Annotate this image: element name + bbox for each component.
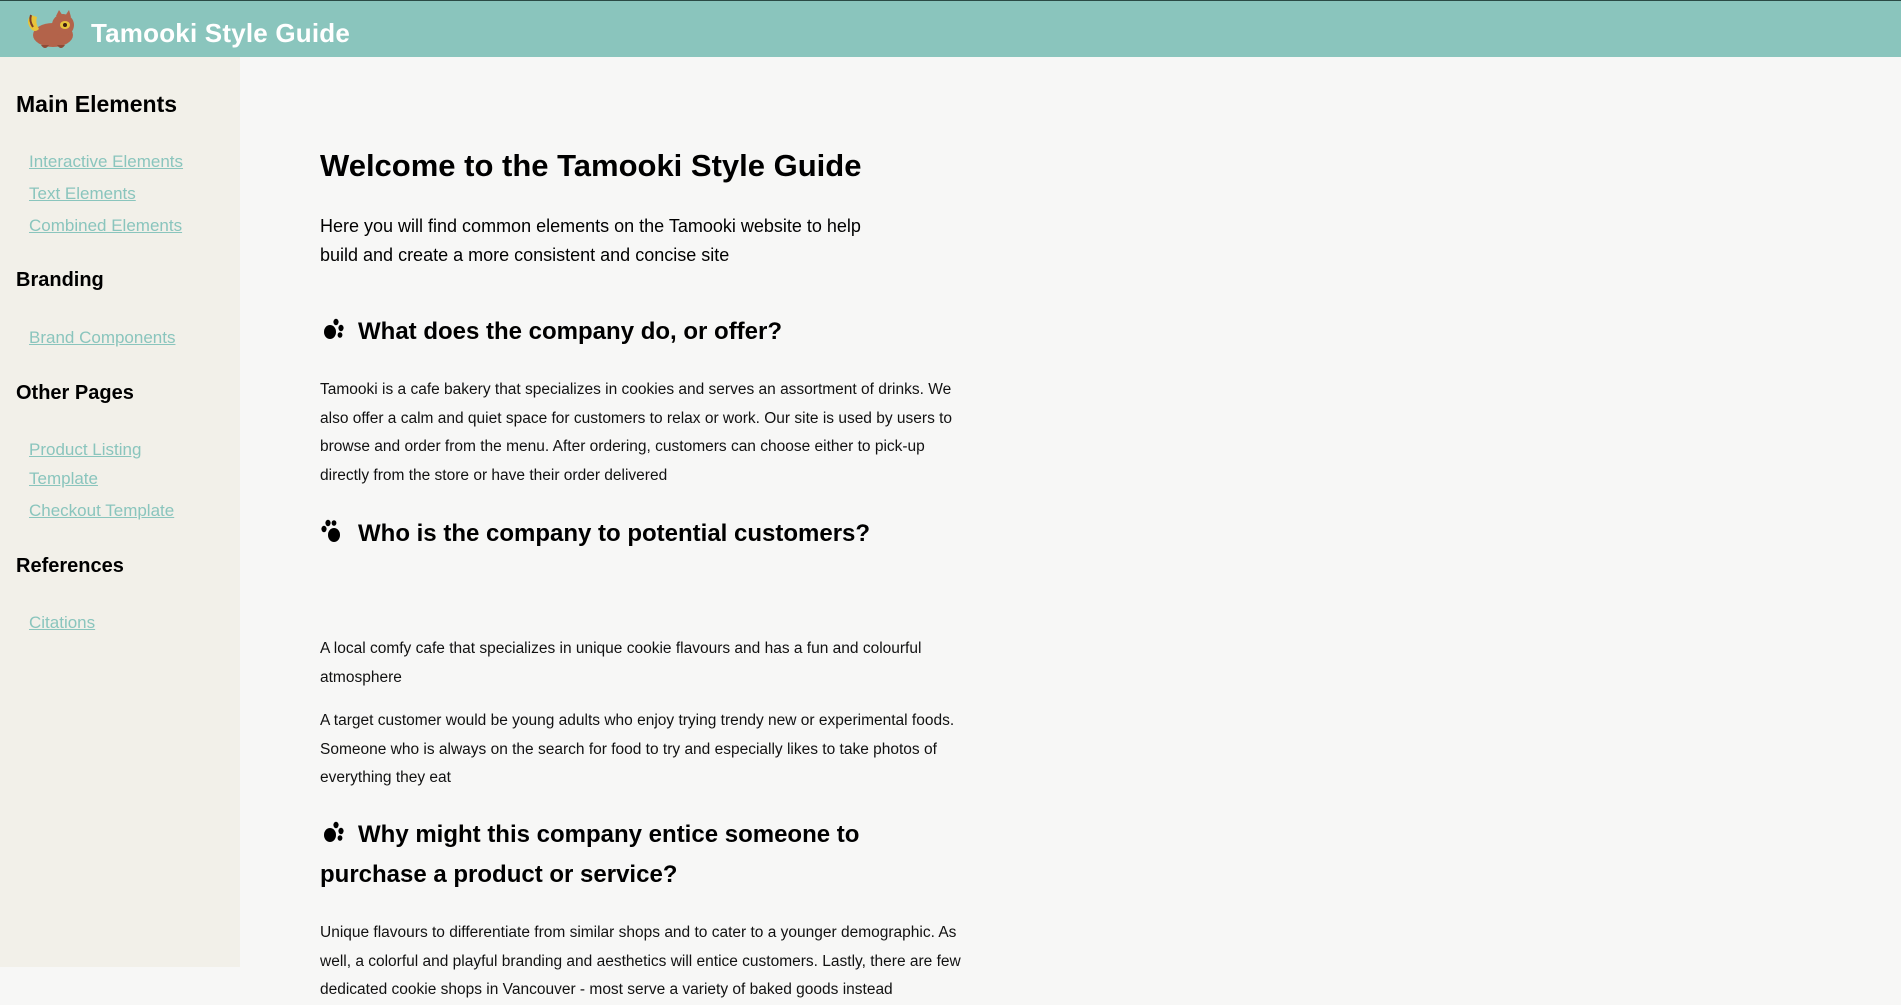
section-heading: Who is the company to potential customer…: [320, 514, 960, 554]
section-paragraph: A target customer would be young adults …: [320, 712, 955, 787]
section-paragraph: Unique flavours to differentiate from si…: [320, 924, 961, 999]
sidebar-link-interactive-elements[interactable]: Interactive Elements: [29, 147, 229, 176]
sidebar-nav: Main Elements Interactive Elements Text …: [0, 57, 240, 967]
sidebar-heading-branding: Branding: [16, 269, 104, 291]
page-title: Welcome to the Tamooki Style Guide: [320, 148, 862, 183]
intro-text: Here you will find common elements on th…: [320, 216, 861, 265]
sidebar-link-brand-components[interactable]: Brand Components: [29, 323, 229, 352]
sidebar-link-product-listing-template[interactable]: Product Listing Template: [29, 435, 169, 493]
site-header: Tamooki Style Guide: [0, 0, 1901, 57]
section-heading-text: Who is the company to potential customer…: [358, 520, 871, 547]
section-paragraph: A local comfy cafe that specializes in u…: [320, 640, 922, 686]
raccoon-logo-icon[interactable]: [23, 7, 81, 51]
sidebar-heading-other-pages: Other Pages: [16, 382, 134, 404]
section-heading: Why might this company entice someone to…: [320, 815, 960, 895]
paw-print-icon: [324, 318, 344, 339]
section-heading: What does the company do, or offer?: [320, 312, 960, 352]
site-title[interactable]: Tamooki Style Guide: [91, 18, 350, 49]
sidebar-link-combined-elements[interactable]: Combined Elements: [29, 211, 229, 240]
section-paragraph: Tamooki is a cafe bakery that specialize…: [320, 381, 953, 484]
paw-print-icon: [324, 821, 344, 842]
sidebar-link-text-elements[interactable]: Text Elements: [29, 179, 229, 208]
sidebar-link-checkout-template[interactable]: Checkout Template: [29, 496, 229, 525]
sidebar-heading-main-elements: Main Elements: [16, 91, 178, 117]
section-heading-text: What does the company do, or offer?: [358, 318, 783, 345]
main-content: Welcome to the Tamooki Style Guide Here …: [320, 57, 1820, 998]
sidebar-link-citations[interactable]: Citations: [29, 608, 229, 637]
sidebar-heading-references: References: [16, 555, 124, 577]
section-heading-text: Why might this company entice someone to…: [320, 821, 860, 888]
paw-print-icon: [321, 519, 340, 542]
